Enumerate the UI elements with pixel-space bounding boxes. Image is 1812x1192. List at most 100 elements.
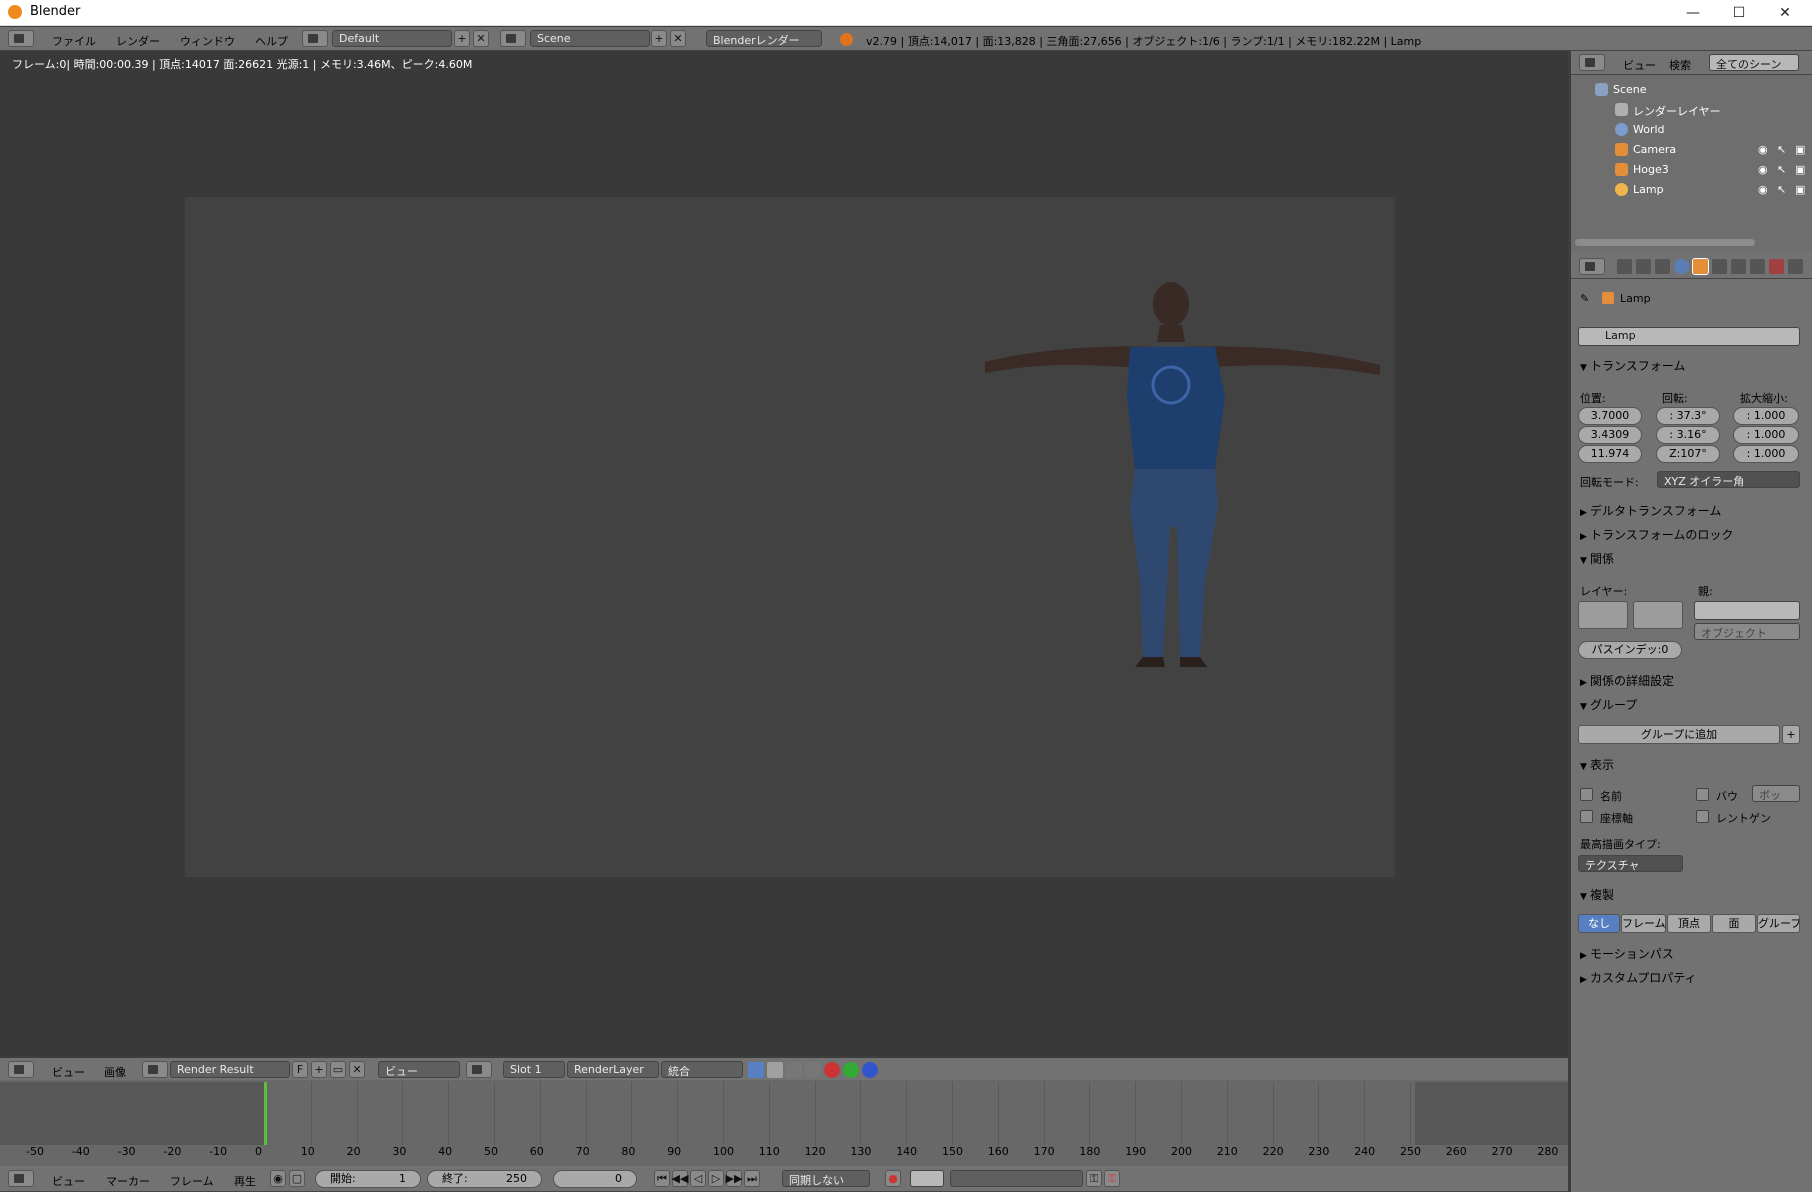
image-name-field[interactable]: Render Result bbox=[170, 1061, 290, 1078]
add-screen-button[interactable]: + bbox=[454, 30, 470, 47]
layer-grid-left[interactable] bbox=[1578, 601, 1628, 629]
render-engine-dropdown[interactable]: Blenderレンダー bbox=[706, 30, 822, 47]
section-relations[interactable]: ▼ 関係 bbox=[1580, 550, 1614, 567]
current-frame-indicator[interactable] bbox=[264, 1082, 267, 1145]
render-camera-icon[interactable]: ▣ bbox=[1795, 143, 1805, 156]
start-frame-field[interactable]: 開始: 1 bbox=[315, 1170, 421, 1188]
dupli-none-button[interactable]: なし bbox=[1578, 914, 1620, 933]
timeline-menu-marker[interactable]: マーカー bbox=[106, 1173, 150, 1189]
color-alpha-icon[interactable] bbox=[748, 1062, 764, 1078]
record-icon[interactable]: ● bbox=[885, 1170, 901, 1187]
menu-file[interactable]: ファイル bbox=[52, 33, 96, 49]
rotation-z-field[interactable]: Z:107° bbox=[1656, 445, 1720, 463]
parent-field[interactable] bbox=[1694, 601, 1800, 620]
visibility-eye-icon[interactable]: ◉ bbox=[1758, 163, 1768, 176]
unlink-image-button[interactable]: ✕ bbox=[349, 1061, 365, 1078]
layer-grid-right[interactable] bbox=[1633, 601, 1683, 629]
add-scene-button[interactable]: + bbox=[651, 30, 667, 47]
outliner-tab-view[interactable]: ビュー bbox=[1623, 57, 1656, 73]
outliner-item-render-layers[interactable]: レンダーレイヤー bbox=[1571, 100, 1812, 120]
lock-range-icon[interactable]: ▢ bbox=[289, 1170, 305, 1187]
dupli-group-button[interactable]: グループ bbox=[1757, 914, 1800, 933]
dupli-frames-button[interactable]: フレーム bbox=[1621, 914, 1666, 933]
rotation-x-field[interactable]: : 37.3° bbox=[1656, 407, 1720, 425]
location-z-field[interactable]: 11.974 bbox=[1578, 445, 1642, 463]
outliner-item-scene[interactable]: Scene bbox=[1571, 80, 1812, 100]
render-camera-icon[interactable]: ▣ bbox=[1795, 163, 1805, 176]
select-cursor-icon[interactable]: ↖ bbox=[1777, 163, 1786, 176]
max-draw-type-dropdown[interactable]: テクスチャ bbox=[1578, 855, 1683, 872]
prev-keyframe-icon[interactable]: ◀◀ bbox=[672, 1170, 688, 1187]
pass-index-field[interactable]: パスインデッ:0 bbox=[1578, 641, 1682, 659]
close-icon[interactable]: ✕ bbox=[1762, 0, 1808, 26]
new-image-button[interactable]: + bbox=[311, 1061, 327, 1078]
add-group-plus-button[interactable]: + bbox=[1782, 725, 1800, 744]
render-camera-icon[interactable]: ▣ bbox=[1795, 183, 1805, 196]
dupli-faces-button[interactable]: 面 bbox=[1712, 914, 1756, 933]
dupli-verts-button[interactable]: 頂点 bbox=[1667, 914, 1711, 933]
scene-tab-icon[interactable] bbox=[1655, 259, 1670, 274]
section-motion-paths[interactable]: ▶ モーションパス bbox=[1580, 945, 1674, 962]
section-delta-transform[interactable]: ▶ デルタトランスフォーム bbox=[1580, 502, 1721, 519]
section-transform-locks[interactable]: ▶ トランスフォームのロック bbox=[1580, 526, 1733, 543]
scale-y-field[interactable]: : 1.000 bbox=[1733, 426, 1799, 444]
green-channel-icon[interactable] bbox=[843, 1062, 859, 1078]
delete-keyframe-icon[interactable]: ⚿ bbox=[1104, 1170, 1120, 1187]
menu-window[interactable]: ウィンドウ bbox=[180, 33, 235, 49]
outliner-item-hoge3[interactable]: Hoge3 ◉ ↖ ▣ bbox=[1571, 160, 1812, 180]
select-cursor-icon[interactable]: ↖ bbox=[1777, 143, 1786, 156]
physics-tab-icon[interactable] bbox=[1788, 259, 1803, 274]
image-editor-type-icon[interactable] bbox=[8, 1061, 34, 1078]
preview-range-icon[interactable]: ◉ bbox=[270, 1170, 286, 1187]
screen-layout-icon[interactable] bbox=[302, 30, 328, 47]
add-to-group-button[interactable]: グループに追加 bbox=[1578, 725, 1780, 744]
jump-start-icon[interactable]: ⏮ bbox=[654, 1170, 670, 1187]
outliner-scrollbar[interactable] bbox=[1575, 239, 1755, 246]
render-tab-icon[interactable] bbox=[1617, 259, 1632, 274]
object-tab-icon[interactable] bbox=[1692, 258, 1709, 275]
material-tab-icon[interactable] bbox=[1769, 259, 1784, 274]
data-tab-icon[interactable] bbox=[1750, 259, 1765, 274]
screen-layout-field[interactable]: Default bbox=[332, 30, 452, 47]
image-browse-icon[interactable] bbox=[142, 1061, 168, 1078]
play-icon[interactable]: ▷ bbox=[708, 1170, 724, 1187]
outliner-item-camera[interactable]: Camera ◉ ↖ ▣ bbox=[1571, 140, 1812, 160]
scene-field[interactable]: Scene bbox=[530, 30, 650, 47]
maximize-icon[interactable]: ☐ bbox=[1716, 0, 1762, 26]
scale-x-field[interactable]: : 1.000 bbox=[1733, 407, 1799, 425]
jump-end-icon[interactable]: ⏭ bbox=[744, 1170, 760, 1187]
world-tab-icon[interactable] bbox=[1674, 259, 1689, 274]
section-relations-extras[interactable]: ▶ 関係の詳細設定 bbox=[1580, 672, 1674, 689]
rotation-y-field[interactable]: : 3.16° bbox=[1656, 426, 1720, 444]
checker-icon[interactable] bbox=[767, 1062, 783, 1078]
minimize-icon[interactable]: — bbox=[1670, 0, 1716, 26]
red-channel-icon[interactable] bbox=[824, 1062, 840, 1078]
z-buffer-icon[interactable] bbox=[805, 1062, 821, 1078]
display-axis-checkbox[interactable] bbox=[1580, 810, 1593, 823]
section-duplication[interactable]: ▼ 複製 bbox=[1580, 886, 1614, 903]
display-name-checkbox[interactable] bbox=[1580, 788, 1593, 801]
current-frame-field[interactable]: 0 bbox=[553, 1170, 637, 1188]
image-menu-image[interactable]: 画像 bbox=[104, 1064, 126, 1080]
play-reverse-icon[interactable]: ◁ bbox=[690, 1170, 706, 1187]
open-image-button[interactable]: ▭ bbox=[330, 1061, 346, 1078]
constraints-tab-icon[interactable] bbox=[1712, 259, 1727, 274]
modifiers-tab-icon[interactable] bbox=[1731, 259, 1746, 274]
menu-render[interactable]: レンダー bbox=[116, 33, 160, 49]
alpha-icon[interactable] bbox=[786, 1062, 802, 1078]
next-keyframe-icon[interactable]: ▶▶ bbox=[726, 1170, 742, 1187]
remove-screen-button[interactable]: ✕ bbox=[473, 30, 489, 47]
visibility-eye-icon[interactable]: ◉ bbox=[1758, 183, 1768, 196]
pivot-icon[interactable] bbox=[466, 1061, 492, 1078]
select-cursor-icon[interactable]: ↖ bbox=[1777, 183, 1786, 196]
timeline-menu-playback[interactable]: 再生 bbox=[234, 1173, 256, 1189]
object-name-field[interactable]: Lamp bbox=[1578, 327, 1800, 346]
render-pass-dropdown[interactable]: 統合 bbox=[661, 1061, 743, 1078]
outliner-editor-icon[interactable] bbox=[1579, 54, 1605, 71]
timeline-menu-view[interactable]: ビュー bbox=[52, 1173, 85, 1189]
rotation-mode-dropdown[interactable]: XYZ オイラー角 bbox=[1657, 471, 1800, 488]
insert-keyframe-icon[interactable]: ⚿ bbox=[1086, 1170, 1102, 1187]
section-transform[interactable]: ▼ トランスフォーム bbox=[1580, 357, 1685, 374]
outliner-scope-dropdown[interactable]: 全てのシーン bbox=[1709, 54, 1799, 71]
outliner-item-lamp[interactable]: Lamp ◉ ↖ ▣ bbox=[1571, 180, 1812, 200]
